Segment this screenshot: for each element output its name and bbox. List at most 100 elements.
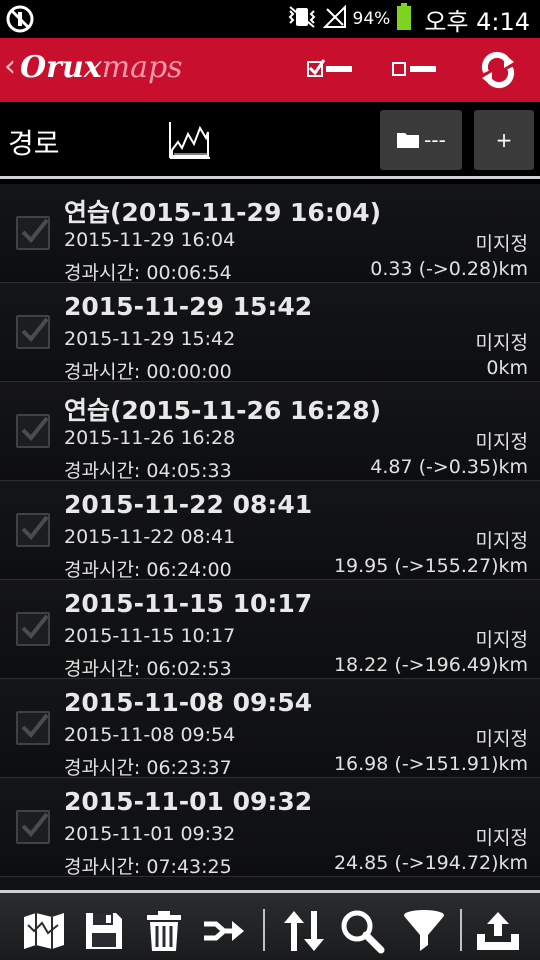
header-divider [0,176,540,179]
sync-button[interactable] [474,50,522,90]
logo-text-orux: Orux [20,50,102,85]
deselect-all-button[interactable] [390,50,438,90]
track-title: 연습(2015-11-26 16:28) [64,396,382,425]
track-date: 2015-11-08 09:54 [64,724,236,746]
delete-button[interactable] [140,907,188,955]
check-icon [21,218,49,243]
track-distance: 19.95 (->155.27)km [333,555,528,577]
track-date: 2015-11-26 16:28 [64,427,236,449]
map-button[interactable] [20,907,68,955]
check-icon [21,812,49,837]
track-title: 연습(2015-11-29 16:04) [64,198,382,227]
folder-label: --- [424,128,446,152]
list-header: 경로 --- + [0,102,540,176]
track-row[interactable]: 2015-11-08 09:54 2015-11-08 09:54 미지정 경과… [0,679,540,779]
sort-icon [284,911,324,951]
track-checkbox[interactable] [16,711,50,745]
search-icon [341,910,385,954]
track-date: 2015-11-29 15:42 [64,328,236,350]
track-distance: 24.85 (->194.72)km [333,852,528,874]
track-date: 2015-11-01 09:32 [64,823,236,845]
track-checkbox[interactable] [16,414,50,448]
trash-icon [147,911,181,951]
track-duration: 경과시간: 06:24:00 [64,559,232,581]
toolbar-divider [460,909,462,951]
track-type: 미지정 [475,827,528,849]
track-distance: 4.87 (->0.35)km [370,456,528,478]
track-checkbox[interactable] [16,513,50,547]
track-checkbox[interactable] [16,810,50,844]
track-row[interactable]: 연습(2015-11-26 16:28) 2015-11-26 16:28 미지… [0,382,540,482]
track-row[interactable]: 2015-11-22 08:41 2015-11-22 08:41 미지정 경과… [0,481,540,581]
check-icon [21,416,49,441]
search-button[interactable] [338,907,386,955]
back-icon[interactable]: ‹ [4,52,16,82]
track-type: 미지정 [475,530,528,552]
save-icon [86,913,122,949]
sync-icon [481,51,515,89]
check-icon [21,713,49,738]
track-duration: 경과시간: 00:06:54 [64,262,232,284]
vibrate-mute-icon [287,5,317,33]
track-duration: 경과시간: 00:00:00 [64,361,232,383]
map-icon [24,913,64,949]
status-bar: 94% 오후 4:14 [0,0,540,38]
track-title: 2015-11-22 08:41 [64,490,313,519]
uncheck-all-icon [392,62,436,76]
merge-icon [204,921,244,941]
track-date: 2015-11-22 08:41 [64,526,236,548]
track-title: 2015-11-15 10:17 [64,589,313,618]
check-icon [21,614,49,639]
bottom-toolbar [0,890,540,960]
check-icon [21,515,49,540]
folder-filter-button[interactable]: --- [380,110,462,170]
track-duration: 경과시간: 06:23:37 [64,757,232,779]
chart-icon[interactable] [168,120,210,164]
track-row[interactable]: 2015-11-29 15:42 2015-11-29 15:42 미지정 경과… [0,283,540,383]
filter-icon [404,910,444,951]
track-type: 미지정 [475,629,528,651]
track-duration: 경과시간: 07:43:25 [64,856,232,878]
select-all-button[interactable] [306,50,354,90]
track-type: 미지정 [475,728,528,750]
upload-icon [477,912,519,950]
filter-button[interactable] [400,907,448,955]
battery-icon [396,3,412,35]
track-duration: 경과시간: 04:05:33 [64,460,232,482]
track-date: 2015-11-15 10:17 [64,625,236,647]
merge-button[interactable] [200,907,248,955]
logo-text-maps: maps [101,50,183,85]
track-title: 2015-11-01 09:32 [64,787,313,816]
track-distance: 0km [486,357,528,379]
track-row[interactable]: 2015-11-15 10:17 2015-11-15 10:17 미지정 경과… [0,580,540,680]
track-row[interactable]: 2015-11-01 09:32 2015-11-01 09:32 미지정 경과… [0,778,540,878]
track-checkbox[interactable] [16,315,50,349]
track-row[interactable]: 연습(2015-11-29 16:04) 2015-11-29 16:04 미지… [0,184,540,284]
toolbar-divider [263,909,265,951]
app-bar: ‹ Oruxmaps [0,38,540,102]
track-type: 미지정 [475,332,528,354]
track-duration: 경과시간: 06:02:53 [64,658,232,680]
page-title: 경로 [8,127,60,160]
track-date: 2015-11-29 16:04 [64,229,236,251]
track-distance: 16.98 (->151.91)km [333,753,528,775]
battery-percent: 94% [352,9,391,29]
check-icon [21,317,49,342]
save-button[interactable] [80,907,128,955]
track-checkbox[interactable] [16,612,50,646]
track-checkbox[interactable] [16,216,50,250]
track-title: 2015-11-29 15:42 [64,292,313,321]
signal-icon [322,4,347,33]
notification-icon [6,5,34,33]
track-type: 미지정 [475,431,528,453]
app-logo[interactable]: Oruxmaps [20,50,183,86]
add-label: + [495,128,513,152]
track-title: 2015-11-08 09:54 [64,688,313,717]
check-all-icon [307,59,352,77]
add-button[interactable]: + [474,110,534,170]
upload-button[interactable] [474,907,522,955]
sort-button[interactable] [280,907,328,955]
clock: 오후 4:14 [424,7,530,36]
track-type: 미지정 [475,233,528,255]
track-list[interactable]: 연습(2015-11-29 16:04) 2015-11-29 16:04 미지… [0,184,540,890]
